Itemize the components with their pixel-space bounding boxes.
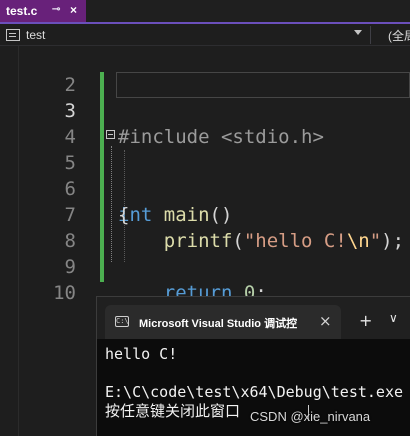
code-line[interactable]: 2 — [0, 46, 410, 96]
chevron-down-icon[interactable] — [354, 30, 362, 35]
tab-label: test.c — [6, 4, 38, 18]
project-icon — [6, 29, 20, 41]
console-tab[interactable]: C:\ Microsoft Visual Studio 调试控 × — [105, 305, 341, 339]
code-line[interactable]: 8 — [0, 202, 410, 252]
console-tab-bar: C:\ Microsoft Visual Studio 调试控 × + ∨ — [97, 297, 410, 339]
code-line[interactable]: 10 } — [0, 254, 410, 330]
line-number: 10 — [53, 282, 76, 304]
close-console-tab-button[interactable]: × — [319, 312, 332, 330]
tab-test-c[interactable]: test.c ⊸ × — [0, 0, 86, 22]
code-line[interactable]: 9 return 0; — [0, 228, 410, 304]
chevron-down-icon[interactable]: ∨ — [389, 311, 398, 325]
console-output-line: E:\C\code\test\x64\Debug\test.exe — [105, 383, 404, 401]
close-tab-button[interactable]: × — [70, 3, 77, 17]
new-tab-button[interactable]: + — [359, 311, 372, 330]
console-icon: C:\ — [115, 316, 129, 327]
code-line[interactable]: 3 #include <stdio.h> — [0, 72, 410, 148]
pin-icon[interactable]: ⊸ — [52, 4, 60, 15]
console-output-line: 按任意键关闭此窗口 — [105, 402, 241, 420]
collapse-icon[interactable] — [106, 130, 115, 139]
code-line[interactable]: 5 int main() — [0, 124, 410, 226]
watermark: CSDN @xie_nirvana — [250, 409, 371, 424]
code-line[interactable]: 7 printf("hello C!\n"); — [0, 176, 410, 252]
project-scope-dropdown[interactable]: test — [2, 26, 368, 44]
divider — [370, 26, 371, 44]
code-line[interactable]: 6 { — [0, 150, 410, 226]
project-scope-label: test — [26, 28, 46, 42]
document-tab-strip: test.c ⊸ × — [0, 0, 410, 24]
global-scope-dropdown[interactable]: (全局 — [388, 27, 410, 44]
console-tab-title: Microsoft Visual Studio 调试控 — [139, 318, 298, 330]
console-output-line: hello C! — [105, 345, 178, 363]
navigation-bar: test (全局 — [0, 24, 410, 46]
code-line[interactable]: 4 — [0, 98, 410, 148]
